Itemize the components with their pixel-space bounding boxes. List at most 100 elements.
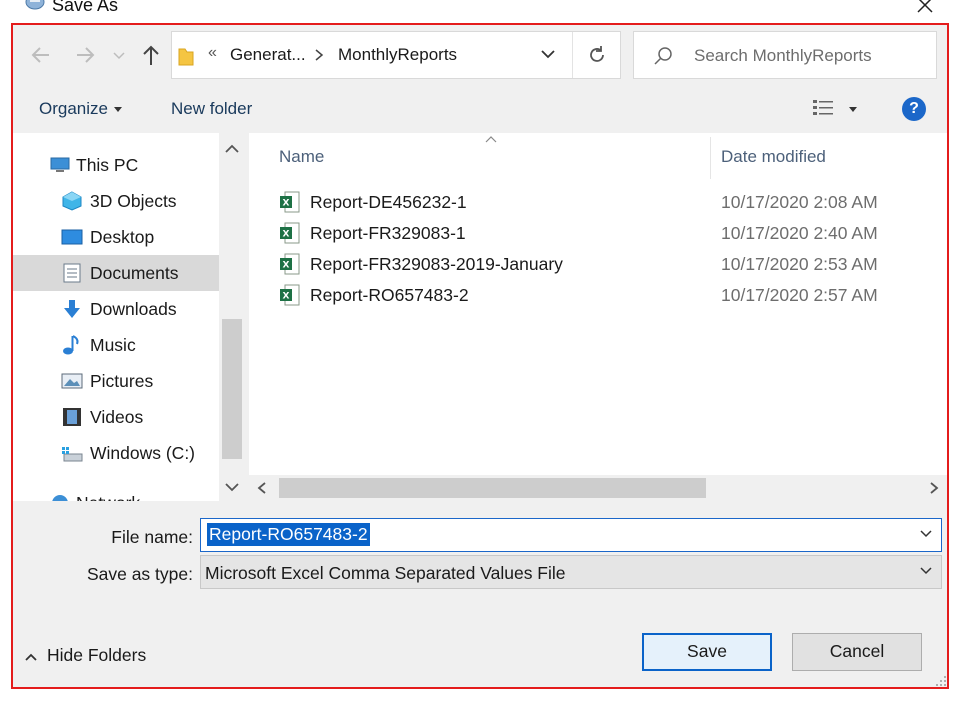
scroll-right-arrow-icon[interactable]: [927, 480, 941, 496]
desktop-icon: [61, 229, 83, 245]
file-name: Report-RO657483-2: [310, 285, 469, 305]
save-as-type-select[interactable]: Microsoft Excel Comma Separated Values F…: [200, 555, 942, 589]
sort-ascending-icon: [485, 136, 497, 143]
close-icon[interactable]: [914, 0, 936, 16]
nav-item-videos[interactable]: Videos: [13, 399, 219, 435]
nav-item-pictures[interactable]: Pictures: [13, 363, 219, 399]
file-date: 10/17/2020 2:08 AM: [721, 192, 878, 212]
breadcrumb-generat[interactable]: Generat...: [230, 45, 306, 65]
search-box[interactable]: Search MonthlyReports: [633, 31, 937, 79]
excel-file-icon: X: [280, 253, 300, 275]
toolbar: Organize New folder ?: [13, 87, 947, 133]
excel-file-icon: X: [280, 191, 300, 213]
back-arrow-icon[interactable]: [27, 41, 55, 69]
chevron-up-icon: [25, 653, 37, 661]
up-arrow-icon[interactable]: [137, 41, 165, 69]
scroll-left-arrow-icon[interactable]: [255, 480, 269, 496]
scroll-up-arrow-icon[interactable]: [222, 141, 242, 157]
window-title: Save As: [52, 0, 119, 15]
file-name: Report-FR329083-2019-January: [310, 254, 563, 274]
nav-label: Network: [76, 493, 140, 501]
details-view-icon[interactable]: [811, 97, 837, 119]
svg-text:X: X: [283, 230, 290, 240]
nav-label: Desktop: [90, 227, 155, 247]
nav-item-this-pc[interactable]: This PC: [13, 147, 219, 183]
hide-folders-label: Hide Folders: [47, 645, 147, 665]
refresh-button[interactable]: [572, 32, 620, 78]
column-header-date-modified[interactable]: Date modified: [721, 147, 826, 167]
film-icon: [63, 408, 81, 426]
new-folder-button[interactable]: New folder: [171, 99, 252, 119]
resize-grip-icon[interactable]: [935, 675, 947, 687]
organize-label: Organize: [39, 99, 108, 118]
file-row[interactable]: X Report-FR329083-1 10/17/2020 2:40 AM: [249, 218, 947, 249]
save-as-type-label: Save as type:: [86, 564, 193, 584]
nav-label: Pictures: [90, 371, 154, 391]
drive-icon: [62, 447, 83, 462]
svg-text:X: X: [283, 199, 290, 209]
file-name: Report-FR329083-1: [310, 223, 466, 243]
save-as-app-icon: [25, 0, 45, 10]
horizontal-scrollbar-thumb[interactable]: [279, 478, 706, 498]
view-options-caret-icon[interactable]: [849, 107, 857, 112]
folder-icon: [178, 48, 194, 66]
column-header-name[interactable]: Name: [279, 147, 324, 167]
nav-label: 3D Objects: [90, 191, 177, 211]
column-divider[interactable]: [710, 137, 711, 179]
address-bar[interactable]: « Generat... MonthlyReports: [171, 31, 621, 79]
file-date: 10/17/2020 2:53 AM: [721, 254, 878, 274]
help-icon[interactable]: ?: [902, 97, 926, 121]
address-dropdown-chevron-icon[interactable]: [538, 44, 558, 64]
chevron-down-icon[interactable]: [919, 529, 933, 539]
file-row[interactable]: X Report-FR329083-2019-January 10/17/202…: [249, 249, 947, 280]
file-row[interactable]: X Report-RO657483-2 10/17/2020 2:57 AM: [249, 280, 947, 311]
cancel-button[interactable]: Cancel: [792, 633, 922, 671]
address-row: « Generat... MonthlyReports Search Month…: [13, 25, 947, 87]
pc-icon: [50, 157, 70, 172]
pictures-icon: [61, 373, 83, 389]
save-button[interactable]: Save: [642, 633, 772, 671]
excel-file-icon: X: [280, 284, 300, 306]
nav-scrollbar[interactable]: [219, 133, 245, 501]
nav-item-windows-c[interactable]: Windows (C:): [13, 435, 219, 471]
breadcrumb-overflow[interactable]: «: [208, 44, 217, 62]
nav-label: Documents: [90, 263, 179, 283]
organize-button[interactable]: Organize: [39, 99, 122, 119]
nav-label: Downloads: [90, 299, 177, 319]
breadcrumb-monthlyreports[interactable]: MonthlyReports: [338, 45, 457, 65]
navigation-pane: This PC 3D Objects Desktop Documents Dow…: [13, 133, 245, 501]
nav-item-desktop[interactable]: Desktop: [13, 219, 219, 255]
breadcrumb-separator-icon: [315, 49, 324, 61]
title-bar: Save As: [0, 0, 960, 20]
cube-icon: [62, 191, 82, 211]
nav-item-network[interactable]: Network: [13, 485, 219, 501]
nav-item-3d-objects[interactable]: 3D Objects: [13, 183, 219, 219]
save-as-type-value: Microsoft Excel Comma Separated Values F…: [205, 563, 566, 583]
hide-folders-toggle[interactable]: Hide Folders: [25, 645, 146, 666]
nav-item-documents[interactable]: Documents: [13, 255, 219, 291]
file-name-input[interactable]: Report-RO657483-2: [200, 518, 942, 552]
forward-arrow-icon[interactable]: [71, 41, 99, 69]
file-name-value: Report-RO657483-2: [207, 523, 370, 546]
nav-item-music[interactable]: Music: [13, 327, 219, 363]
file-row[interactable]: X Report-DE456232-1 10/17/2020 2:08 AM: [249, 187, 947, 218]
network-icon: [52, 495, 68, 501]
horizontal-scrollbar[interactable]: [249, 475, 947, 501]
documents-icon: [63, 263, 81, 283]
search-icon: [654, 47, 672, 65]
music-note-icon: [63, 335, 79, 355]
search-input[interactable]: Search MonthlyReports: [694, 46, 872, 66]
download-arrow-icon: [64, 300, 80, 318]
file-list-pane: Name Date modified X Report-DE456232-1 1…: [249, 133, 947, 501]
nav-scrollbar-thumb[interactable]: [222, 319, 242, 459]
excel-file-icon: X: [280, 222, 300, 244]
chevron-down-icon[interactable]: [919, 566, 933, 576]
file-name-label: File name:: [111, 527, 193, 547]
svg-text:X: X: [283, 292, 290, 302]
recent-locations-chevron-icon[interactable]: [111, 41, 127, 69]
nav-label: Windows (C:): [90, 443, 196, 463]
scroll-down-arrow-icon[interactable]: [222, 479, 242, 495]
nav-item-downloads[interactable]: Downloads: [13, 291, 219, 327]
nav-label: Videos: [90, 407, 144, 427]
refresh-icon: [590, 46, 604, 62]
